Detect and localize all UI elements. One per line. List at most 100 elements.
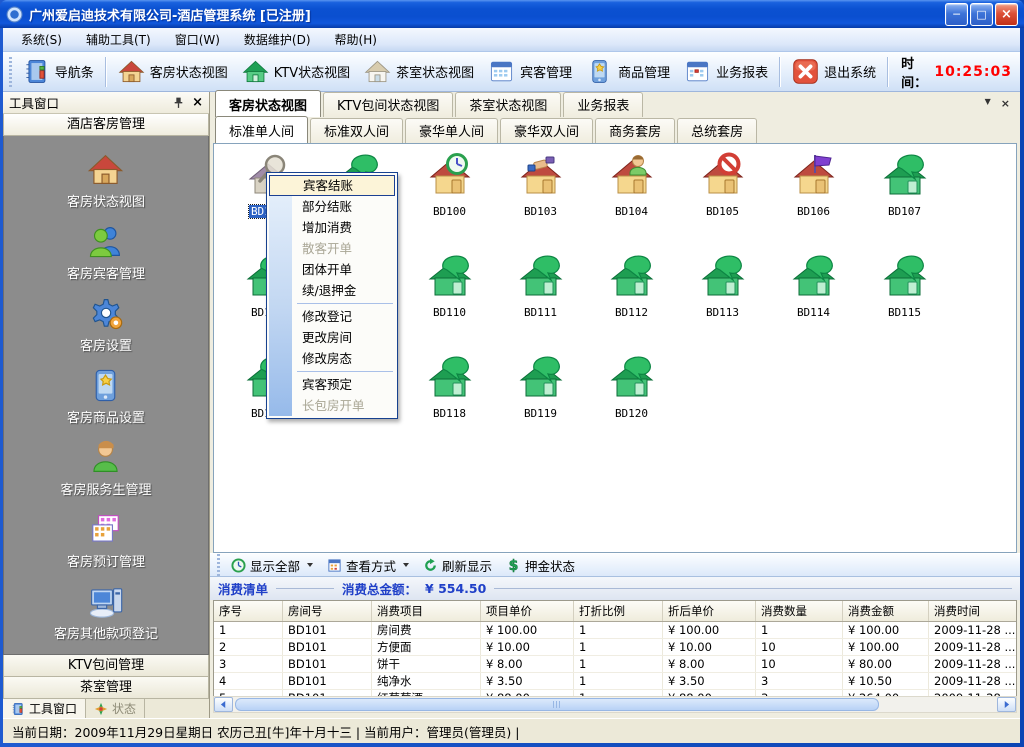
context-menu-item[interactable]: 团体开单 (269, 259, 395, 280)
main-tab-1[interactable]: 客房状态视图 (215, 90, 321, 117)
main-tab-2[interactable]: KTV包间状态视图 (323, 92, 453, 117)
room-type-tab-2[interactable]: 标准双人间 (310, 118, 403, 143)
sidebar-item-5[interactable]: 客房服务生管理 (60, 439, 151, 498)
scrollbar-thumb[interactable] (235, 698, 879, 711)
room-BD119[interactable]: BD119 (495, 350, 586, 451)
table-row[interactable]: 1BD101房间费¥ 100.001¥ 100.001¥ 100.002009-… (214, 622, 1017, 639)
context-menu-item[interactable]: 修改登记 (269, 306, 395, 327)
sidebar-section-2[interactable]: 茶室管理 (3, 677, 209, 699)
table-row[interactable]: 4BD101纯净水¥ 3.501¥ 3.503¥ 10.502009-11-28… (214, 673, 1017, 690)
room-BD100[interactable]: BD100 (404, 148, 495, 249)
sidebar-item-1[interactable]: 客房状态视图 (67, 151, 145, 210)
toolbar-button-4[interactable]: 茶室状态视图 (357, 56, 481, 87)
room-BD103[interactable]: BD103 (495, 148, 586, 249)
room-type-tab-3[interactable]: 豪华单人间 (405, 118, 498, 143)
column-header[interactable]: 消费时间 (929, 601, 1018, 622)
column-header[interactable]: 消费数量 (756, 601, 843, 622)
room-BD115[interactable]: BD115 (859, 249, 950, 350)
table-row[interactable]: 2BD101方便面¥ 10.001¥ 10.0010¥ 100.002009-1… (214, 639, 1017, 656)
menu-item[interactable]: 窗口(W) (163, 28, 232, 51)
toolbar-button-1[interactable]: 导航条 (16, 56, 101, 87)
room-BD104[interactable]: BD104 (586, 148, 677, 249)
column-header[interactable]: 项目单价 (481, 601, 574, 622)
table-cell: 1 (574, 656, 663, 673)
close-button[interactable]: × (995, 3, 1018, 26)
pin-icon[interactable] (172, 96, 185, 109)
column-header[interactable]: 消费项目 (372, 601, 481, 622)
column-header[interactable]: 消费金额 (843, 601, 929, 622)
main-tab-4[interactable]: 业务报表 (563, 92, 643, 117)
table-row[interactable]: 3BD101饼干¥ 8.001¥ 8.0010¥ 80.002009-11-28… (214, 656, 1017, 673)
sidebar-close-icon[interactable]: × (192, 96, 203, 109)
sidebar-bottom-tabs: 工具窗口状态 (3, 699, 209, 718)
sidebar-tab-1[interactable]: 工具窗口 (3, 699, 86, 718)
room-type-tab-6[interactable]: 总统套房 (677, 118, 757, 143)
sidebar-section-1[interactable]: KTV包间管理 (3, 655, 209, 677)
context-menu-item[interactable]: 增加消费 (269, 217, 395, 238)
minimize-button[interactable]: ─ (945, 3, 968, 26)
menu-item[interactable]: 帮助(H) (323, 28, 389, 51)
toolbar-button-3[interactable]: KTV状态视图 (235, 56, 357, 87)
room-BD107[interactable]: BD107 (859, 148, 950, 249)
tab-list-icon[interactable]: ▼ (985, 97, 991, 110)
sidebar-titlebar: 工具窗口 × (3, 92, 209, 114)
toolbar-button-6[interactable]: 商品管理 (579, 56, 677, 87)
room-BD106[interactable]: BD106 (768, 148, 859, 249)
notebook-icon (11, 702, 25, 716)
tab-close-icon[interactable]: × (1001, 97, 1010, 110)
context-menu-item[interactable]: 散客开单 (269, 238, 395, 259)
room-action-button-4[interactable]: $押金状态 (499, 555, 582, 576)
scroll-left-icon[interactable] (214, 697, 233, 712)
context-menu-item[interactable]: 宾客预定 (269, 374, 395, 395)
toolbar-button-7[interactable]: 业务报表 (677, 56, 775, 87)
maximize-button[interactable]: □ (970, 3, 993, 26)
toolbar-button-8[interactable]: 退出系统 (785, 56, 883, 87)
sidebar-item-6[interactable]: 客房预订管理 (67, 511, 145, 570)
horizontal-scrollbar[interactable] (213, 696, 1017, 713)
toolbar-button-5[interactable]: 宾客管理 (481, 56, 579, 87)
menu-item[interactable]: 辅助工具(T) (74, 28, 163, 51)
column-header[interactable]: 打折比例 (574, 601, 663, 622)
context-menu-item[interactable]: 续/退押金 (269, 280, 395, 301)
sidebar-item-3[interactable]: 客房设置 (80, 295, 132, 354)
sidebar-section-hotel-rooms[interactable]: 酒店客房管理 (3, 114, 209, 136)
table-cell: 10 (756, 656, 843, 673)
table-cell: ¥ 10.00 (663, 639, 756, 656)
sidebar-item-2[interactable]: 客房宾客管理 (67, 223, 145, 282)
context-menu-item[interactable]: 长包房开单 (269, 395, 395, 416)
room-BD118[interactable]: BD118 (404, 350, 495, 451)
toolbar-button-2[interactable]: 客房状态视图 (111, 56, 235, 87)
room-status-icon-vacant (881, 253, 929, 304)
column-header[interactable]: 序号 (214, 601, 283, 622)
device-icon (586, 58, 613, 85)
room-type-tab-4[interactable]: 豪华双人间 (500, 118, 593, 143)
context-menu-item[interactable]: 修改房态 (269, 348, 395, 369)
table-cell: 饼干 (372, 656, 481, 673)
column-header[interactable]: 房间号 (283, 601, 372, 622)
main-tab-3[interactable]: 茶室状态视图 (455, 92, 561, 117)
sidebar-item-7[interactable]: 客房其他款项登记 (54, 583, 158, 642)
room-type-tab-1[interactable]: 标准单人间 (215, 116, 308, 143)
room-action-button-3[interactable]: 刷新显示 (416, 555, 499, 576)
room-BD113[interactable]: BD113 (677, 249, 768, 350)
room-BD110[interactable]: BD110 (404, 249, 495, 350)
room-action-button-2[interactable]: 查看方式 (320, 555, 416, 576)
menu-item[interactable]: 系统(S) (9, 28, 74, 51)
room-type-tab-5[interactable]: 商务套房 (595, 118, 675, 143)
room-status-icon-clock (426, 152, 474, 203)
room-BD112[interactable]: BD112 (586, 249, 677, 350)
menu-item[interactable]: 数据维护(D) (232, 28, 323, 51)
context-menu-item[interactable]: 更改房间 (269, 327, 395, 348)
room-BD120[interactable]: BD120 (586, 350, 677, 451)
sidebar-item-4[interactable]: 客房商品设置 (67, 367, 145, 426)
room-BD114[interactable]: BD114 (768, 249, 859, 350)
column-header[interactable]: 折后单价 (663, 601, 756, 622)
room-action-button-1[interactable]: 显示全部 (224, 555, 320, 576)
room-BD111[interactable]: BD111 (495, 249, 586, 350)
scroll-right-icon[interactable] (997, 697, 1016, 712)
house-red-icon (118, 58, 145, 85)
sidebar-tab-2[interactable]: 状态 (86, 699, 145, 718)
context-menu-item[interactable]: 宾客结账 (269, 175, 395, 196)
context-menu-item[interactable]: 部分结账 (269, 196, 395, 217)
room-BD105[interactable]: BD105 (677, 148, 768, 249)
